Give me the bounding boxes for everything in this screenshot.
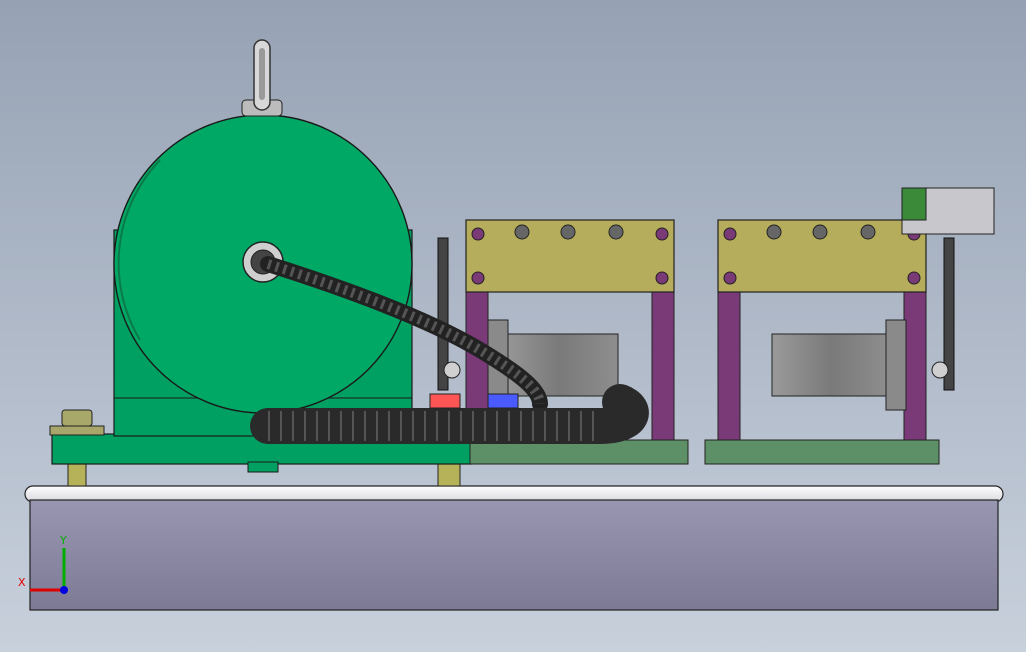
base-beam[interactable] [24, 485, 1004, 611]
triad-y-label: Y [59, 534, 67, 547]
triad-x-label: X [18, 576, 26, 589]
main-motor[interactable] [113, 114, 413, 437]
graphics-viewport[interactable]: X Y [0, 0, 1026, 652]
assembly-model[interactable]: X Y [0, 0, 1026, 652]
lifting-eye[interactable] [241, 39, 283, 117]
station-2[interactable] [704, 187, 995, 465]
